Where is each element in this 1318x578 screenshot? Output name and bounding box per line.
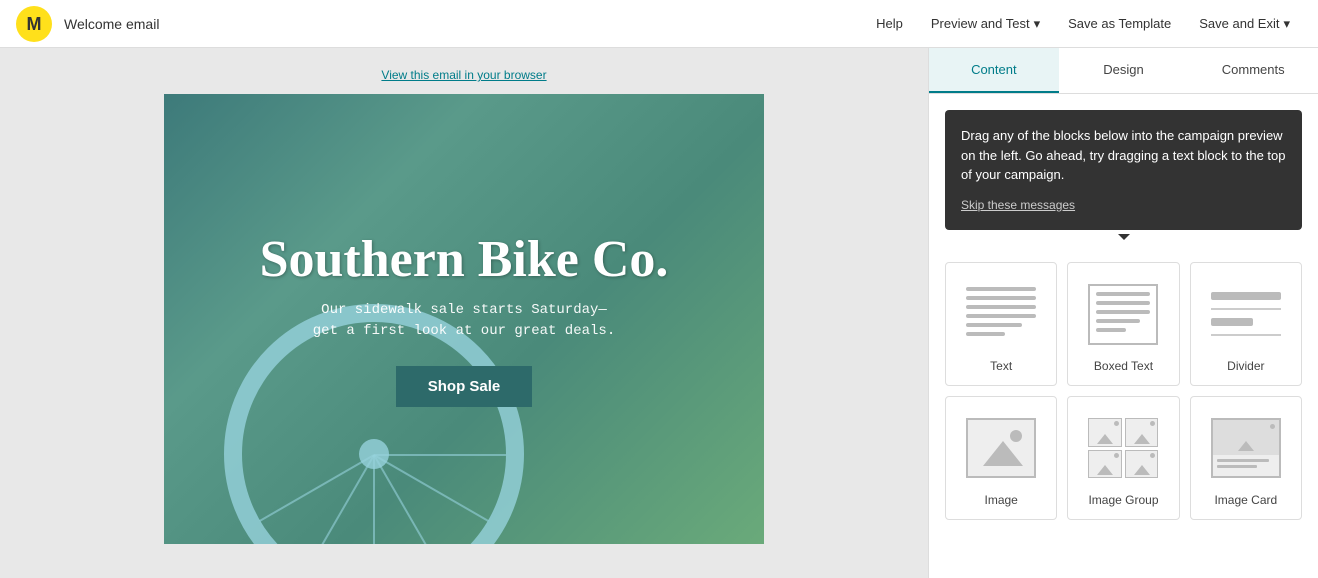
spoke <box>374 454 506 456</box>
hint-text: Drag any of the blocks below into the ca… <box>961 126 1286 185</box>
spoke <box>373 455 375 544</box>
block-item-text[interactable]: Text <box>945 262 1057 386</box>
block-item-divider[interactable]: Divider <box>1190 262 1302 386</box>
right-sidebar: Content Design Comments Drag any of the … <box>928 48 1318 578</box>
chevron-down-icon: ▾ <box>1034 16 1041 32</box>
save-and-exit-button[interactable]: Save and Exit ▾ <box>1187 10 1302 38</box>
tab-comments[interactable]: Comments <box>1188 48 1318 93</box>
header-nav: Help Preview and Test ▾ Save as Template… <box>864 10 1302 38</box>
image-card-block-icon <box>1206 413 1286 483</box>
block-label-image-card: Image Card <box>1214 493 1277 507</box>
email-preview-panel: View this email in your browser Southern… <box>0 48 928 578</box>
help-button[interactable]: Help <box>864 10 915 37</box>
email-hero-section: Southern Bike Co. Our sidewalk sale star… <box>164 94 764 544</box>
image-block-icon <box>961 413 1041 483</box>
spoke <box>374 454 489 522</box>
block-label-boxed-text: Boxed Text <box>1094 359 1153 373</box>
divider-block-icon <box>1206 279 1286 349</box>
block-item-image-card[interactable]: Image Card <box>1190 396 1302 520</box>
text-block-icon <box>961 279 1041 349</box>
hero-title: Southern Bike Co. <box>260 231 669 288</box>
main-layout: View this email in your browser Southern… <box>0 48 1318 578</box>
sidebar-tabs: Content Design Comments <box>929 48 1318 94</box>
hero-cta-button[interactable]: Shop Sale <box>396 366 533 407</box>
block-label-divider: Divider <box>1227 359 1264 373</box>
hint-box: Drag any of the blocks below into the ca… <box>945 110 1302 230</box>
tab-design[interactable]: Design <box>1059 48 1189 93</box>
mailchimp-logo[interactable]: M <box>16 6 52 42</box>
save-as-template-button[interactable]: Save as Template <box>1056 10 1183 37</box>
view-in-browser-bar: View this email in your browser <box>381 68 546 82</box>
view-in-browser-link[interactable]: View this email in your browser <box>381 68 546 82</box>
app-header: M Welcome email Help Preview and Test ▾ … <box>0 0 1318 48</box>
block-item-boxed-text[interactable]: Boxed Text <box>1067 262 1179 386</box>
image-group-block-icon <box>1083 413 1163 483</box>
chevron-down-icon: ▾ <box>1283 16 1290 32</box>
email-container: Southern Bike Co. Our sidewalk sale star… <box>164 94 764 544</box>
block-grid: Text Boxed Text <box>929 246 1318 536</box>
skip-messages-link[interactable]: Skip these messages <box>961 198 1075 212</box>
spoke <box>259 454 374 522</box>
tab-content[interactable]: Content <box>929 48 1059 93</box>
boxed-text-block-icon <box>1083 279 1163 349</box>
block-label-image-group: Image Group <box>1088 493 1158 507</box>
hero-content: Southern Bike Co. Our sidewalk sale star… <box>220 191 709 447</box>
svg-text:M: M <box>27 14 42 34</box>
block-item-image[interactable]: Image <box>945 396 1057 520</box>
spoke <box>373 455 441 545</box>
hero-subtitle: Our sidewalk sale starts Saturday—get a … <box>260 300 669 342</box>
campaign-title: Welcome email <box>64 16 864 32</box>
spoke <box>307 455 375 545</box>
block-label-text: Text <box>990 359 1012 373</box>
block-item-image-group[interactable]: Image Group <box>1067 396 1179 520</box>
block-label-image: Image <box>984 493 1017 507</box>
preview-and-test-button[interactable]: Preview and Test ▾ <box>919 10 1052 38</box>
